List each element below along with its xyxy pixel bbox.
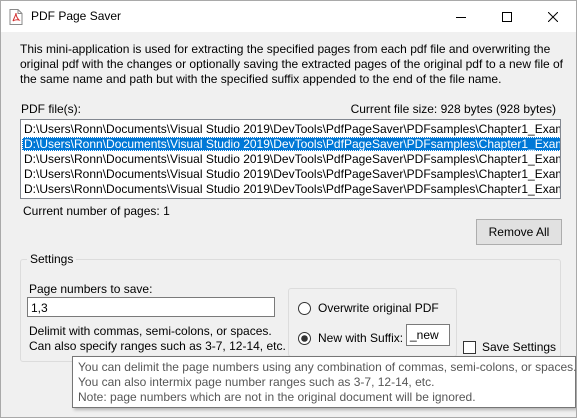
overwrite-label[interactable]: Overwrite original PDF [318,301,439,315]
title-bar[interactable]: PDF Page Saver [1,1,576,32]
pdf-file-list[interactable]: D:\Users\Ronn\Documents\Visual Studio 20… [20,119,561,199]
remove-all-button[interactable]: Remove All [476,219,562,245]
maximize-button[interactable] [484,1,530,32]
new-with-suffix-radio[interactable] [298,332,311,345]
close-button[interactable] [530,1,576,32]
suffix-input[interactable]: _new [406,324,450,346]
tooltip-line: Note: page numbers which are not in the … [78,390,476,404]
page-numbers-label: Page numbers to save: [29,282,153,296]
current-file-size: Current file size: 928 bytes (928 bytes) [350,102,556,116]
page-numbers-input[interactable]: 1,3 [27,297,275,317]
tooltip-line: You can also intermix page number ranges… [78,375,435,389]
app-window: PDF Page Saver This mini-application is … [0,0,577,418]
tooltip-line: You can delimit the page numbers using a… [78,360,577,374]
save-mode-group [288,288,457,357]
file-list-item[interactable]: D:\Users\Ronn\Documents\Visual Studio 20… [22,182,560,196]
pdf-file-icon [9,9,23,25]
minimize-button[interactable] [438,1,484,32]
close-icon [548,11,558,22]
current-page-count: Current number of pages: 1 [23,204,170,218]
settings-group-title: Settings [27,252,77,266]
maximize-icon [502,11,512,22]
file-list-item[interactable]: D:\Users\Ronn\Documents\Visual Studio 20… [22,152,560,166]
minimize-icon [456,16,466,18]
file-list-item-selected[interactable]: D:\Users\Ronn\Documents\Visual Studio 20… [22,137,560,151]
overwrite-radio[interactable] [298,302,311,315]
range-hint: Can also specify ranges such as 3-7, 12-… [29,339,286,353]
save-settings-label[interactable]: Save Settings [482,340,556,354]
page-numbers-tooltip: You can delimit the page numbers using a… [72,356,576,408]
description-text: This mini-application is used for extrac… [20,42,564,86]
file-list-item[interactable]: D:\Users\Ronn\Documents\Visual Studio 20… [22,167,560,181]
save-settings-checkbox[interactable] [463,341,476,354]
new-with-suffix-label[interactable]: New with Suffix: [318,331,403,345]
file-list-item[interactable]: D:\Users\Ronn\Documents\Visual Studio 20… [22,122,560,136]
pdf-files-label: PDF file(s): [21,102,81,116]
delimit-hint: Delimit with commas, semi-colons, or spa… [29,324,272,338]
window-title: PDF Page Saver [31,9,122,23]
